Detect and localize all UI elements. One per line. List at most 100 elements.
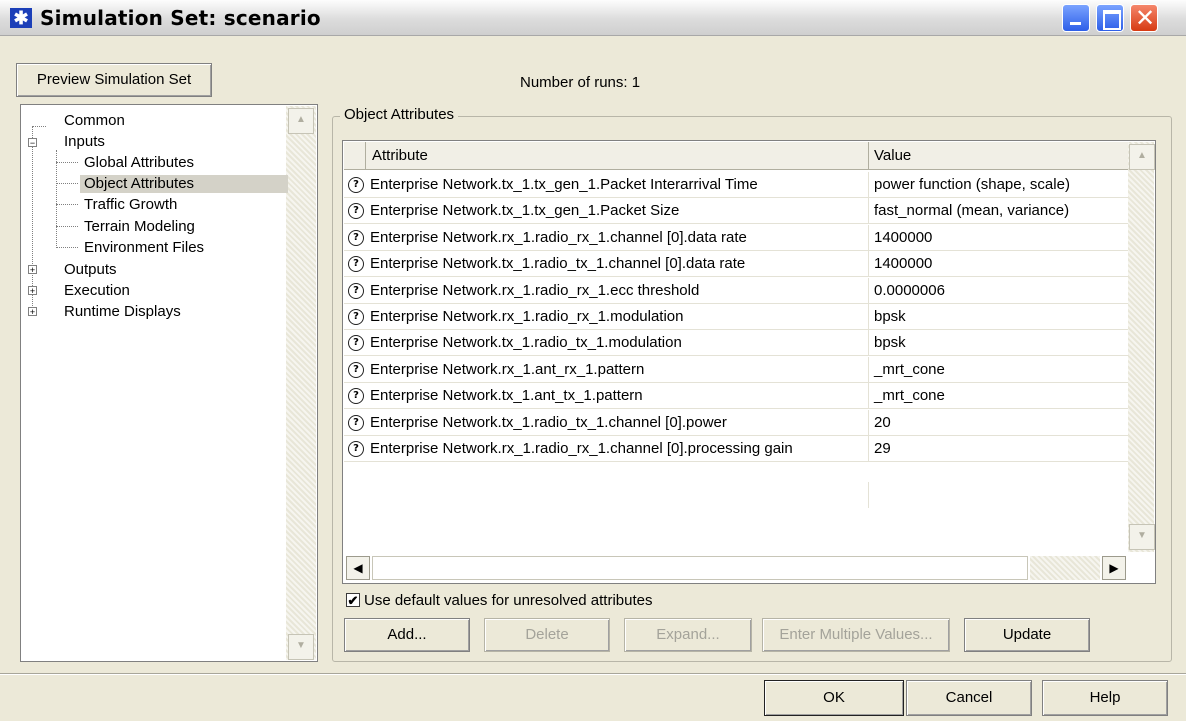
attribute-cell[interactable]: Enterprise Network.tx_1.radio_tx_1.chann… [370, 414, 727, 431]
tree-item-global-attributes[interactable]: Global Attributes [84, 154, 194, 172]
attribute-cell[interactable]: Enterprise Network.tx_1.tx_gen_1.Packet … [370, 202, 679, 219]
tree-scrollbar[interactable]: ▲ ▼ [286, 106, 316, 660]
cell-divider [868, 198, 869, 225]
help-icon[interactable]: ? [348, 256, 364, 273]
tree-item-runtime-displays[interactable]: Runtime Displays [64, 303, 181, 321]
use-defaults-label[interactable]: Use default values for unresolved attrib… [364, 592, 653, 609]
table-row[interactable]: ? Enterprise Network.rx_1.radio_rx_1.chan… [344, 224, 1128, 251]
maximize-button[interactable] [1096, 4, 1124, 32]
table-row[interactable]: ? Enterprise Network.tx_1.radio_tx_1.modu… [344, 330, 1128, 357]
help-icon[interactable]: ? [348, 229, 364, 246]
attribute-cell[interactable]: Enterprise Network.rx_1.radio_rx_1.ecc t… [370, 282, 699, 299]
table-row[interactable]: ? Enterprise Network.tx_1.radio_tx_1.chan… [344, 251, 1128, 278]
tree-item-outputs[interactable]: Outputs [64, 261, 117, 279]
attribute-cell[interactable]: Enterprise Network.tx_1.radio_tx_1.modul… [370, 334, 682, 351]
help-icon[interactable]: ? [348, 177, 364, 193]
table-vertical-scrollbar[interactable]: ▲ ▼ [1128, 142, 1155, 552]
help-button[interactable]: Help [1042, 680, 1168, 716]
tree-connector [32, 126, 33, 312]
tree-item-object-attributes[interactable]: Object Attributes [80, 175, 288, 193]
table-header [344, 142, 1128, 170]
tree-item-environment-files[interactable]: Environment Files [84, 239, 204, 257]
collapse-icon[interactable]: − [28, 138, 37, 148]
star-icon: ✱ [10, 8, 32, 28]
maximize-icon [1103, 10, 1121, 30]
scroll-up-icon[interactable]: ▲ [1129, 144, 1155, 170]
cell-divider [868, 356, 869, 383]
scroll-up-icon[interactable]: ▲ [288, 108, 314, 134]
scroll-down-icon[interactable]: ▼ [1129, 524, 1155, 550]
table-row[interactable]: ? Enterprise Network.rx_1.radio_rx_1.chan… [344, 436, 1128, 462]
column-header-value[interactable]: Value [874, 147, 911, 164]
attribute-cell[interactable]: Enterprise Network.tx_1.ant_tx_1.pattern [370, 387, 643, 404]
close-button[interactable]: ✕ [1130, 4, 1158, 32]
value-cell[interactable]: bpsk [874, 308, 906, 325]
table-row-empty[interactable] [344, 482, 1128, 508]
tree-item-common[interactable]: Common [64, 112, 125, 130]
update-button[interactable]: Update [964, 618, 1090, 652]
value-cell[interactable]: fast_normal (mean, variance) [874, 202, 1069, 219]
help-icon[interactable]: ? [348, 203, 364, 220]
tree-item-inputs[interactable]: Inputs [64, 133, 105, 151]
expand-button[interactable]: Expand... [624, 618, 752, 652]
preview-simulation-set-button[interactable]: Preview Simulation Set [16, 63, 212, 97]
attribute-cell[interactable]: Enterprise Network.rx_1.radio_rx_1.chann… [370, 229, 747, 246]
attribute-cell[interactable]: Enterprise Network.rx_1.radio_rx_1.modul… [370, 308, 683, 325]
expand-icon[interactable]: + [28, 307, 37, 317]
column-divider[interactable] [868, 142, 869, 170]
table-row[interactable]: ? Enterprise Network.tx_1.ant_tx_1.patter… [344, 383, 1128, 410]
minimize-button[interactable] [1062, 4, 1090, 32]
close-icon: ✕ [1134, 4, 1156, 32]
cancel-button[interactable]: Cancel [906, 680, 1032, 716]
table-row[interactable]: ? Enterprise Network.rx_1.ant_rx_1.patter… [344, 356, 1128, 383]
expand-icon[interactable]: + [28, 265, 37, 275]
cell-divider [868, 409, 869, 436]
table-row[interactable]: ? Enterprise Network.rx_1.radio_rx_1.ecc … [344, 277, 1128, 304]
horizontal-scroll-thumb[interactable] [372, 556, 1028, 580]
value-cell[interactable]: _mrt_cone [874, 361, 945, 378]
value-cell[interactable]: 29 [874, 440, 891, 457]
help-icon[interactable]: ? [348, 309, 364, 325]
expand-icon[interactable]: + [28, 286, 37, 296]
column-header-attribute[interactable]: Attribute [372, 147, 428, 164]
value-cell[interactable]: bpsk [874, 334, 906, 351]
help-icon[interactable]: ? [348, 335, 364, 352]
scroll-right-icon[interactable]: ▶ [1102, 556, 1126, 580]
tree-item-execution[interactable]: Execution [64, 282, 130, 300]
value-cell[interactable]: power function (shape, scale) [874, 176, 1070, 193]
attribute-cell[interactable]: Enterprise Network.tx_1.tx_gen_1.Packet … [370, 176, 758, 193]
value-cell[interactable]: 0.0000006 [874, 282, 945, 299]
table-row[interactable]: ? Enterprise Network.tx_1.radio_tx_1.chan… [344, 409, 1128, 436]
help-icon[interactable]: ? [348, 361, 364, 378]
help-icon[interactable]: ? [348, 441, 364, 457]
table-row[interactable]: ? Enterprise Network.tx_1.tx_gen_1.Packet… [344, 198, 1128, 225]
scroll-left-icon[interactable]: ◀ [346, 556, 370, 580]
ok-button[interactable]: OK [764, 680, 904, 716]
value-cell[interactable]: 20 [874, 414, 891, 431]
tree-connector [56, 162, 78, 163]
attribute-cell[interactable]: Enterprise Network.tx_1.radio_tx_1.chann… [370, 255, 745, 272]
cell-divider [868, 224, 869, 251]
help-icon[interactable]: ? [348, 282, 364, 299]
value-cell[interactable]: 1400000 [874, 229, 932, 246]
group-title: Object Attributes [340, 106, 459, 123]
delete-button[interactable]: Delete [484, 618, 610, 652]
help-icon[interactable]: ? [348, 388, 364, 405]
attribute-cell[interactable]: Enterprise Network.rx_1.ant_rx_1.pattern [370, 361, 644, 378]
cell-divider [868, 251, 869, 278]
horizontal-scroll-track[interactable] [1030, 556, 1100, 580]
attribute-cell[interactable]: Enterprise Network.rx_1.radio_rx_1.chann… [370, 440, 793, 457]
add-button[interactable]: Add... [344, 618, 470, 652]
cell-divider [868, 330, 869, 357]
table-row[interactable]: ? Enterprise Network.tx_1.tx_gen_1.Packet… [344, 172, 1128, 198]
scroll-down-icon[interactable]: ▼ [288, 634, 314, 660]
help-icon[interactable]: ? [348, 414, 364, 431]
tree-item-terrain-modeling[interactable]: Terrain Modeling [84, 218, 195, 236]
table-row[interactable]: ? Enterprise Network.rx_1.radio_rx_1.modu… [344, 304, 1128, 330]
value-cell[interactable]: 1400000 [874, 255, 932, 272]
value-cell[interactable]: _mrt_cone [874, 387, 945, 404]
window-title: Simulation Set: scenario [40, 6, 321, 30]
use-defaults-checkbox[interactable]: ✔ [346, 593, 360, 607]
tree-item-traffic-growth[interactable]: Traffic Growth [84, 196, 177, 214]
enter-multiple-values-button[interactable]: Enter Multiple Values... [762, 618, 950, 652]
